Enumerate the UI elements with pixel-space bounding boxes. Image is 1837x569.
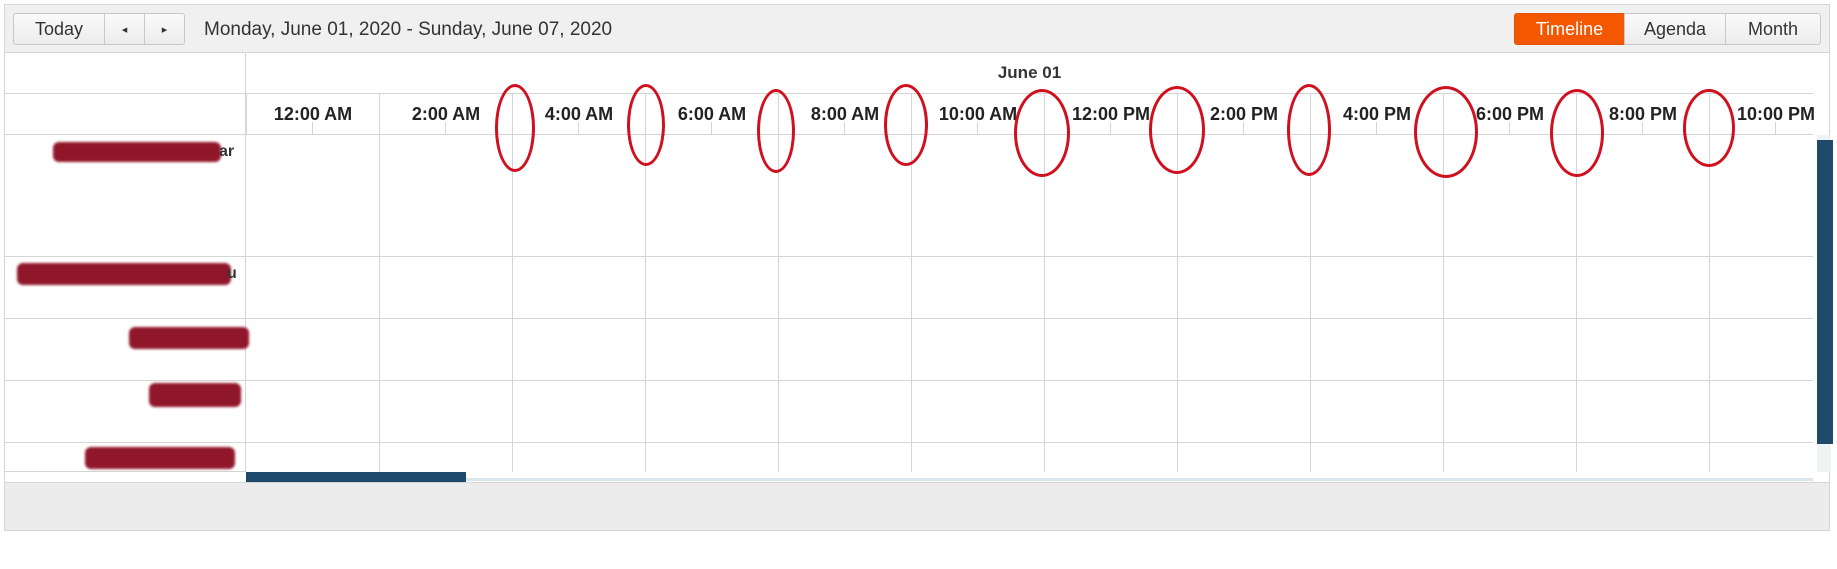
grid-line <box>911 135 912 472</box>
row-divider <box>246 380 1813 381</box>
grid-line <box>1310 135 1311 472</box>
grid-line <box>379 135 380 472</box>
minor-tick <box>844 122 845 134</box>
redacted-text <box>149 383 241 407</box>
date-range-label[interactable]: Monday, June 01, 2020 - Sunday, June 07,… <box>204 19 612 41</box>
view-month-button[interactable]: Month <box>1725 13 1821 45</box>
scheduler: Today ◂ ▸ Monday, June 01, 2020 - Sunday… <box>4 4 1833 531</box>
resource-row-label: u <box>5 257 246 319</box>
grid-line <box>645 135 646 472</box>
grid-line <box>1177 135 1178 472</box>
resource-row-label <box>5 443 246 472</box>
timeline-body[interactable] <box>246 135 1813 472</box>
annotation-ellipse <box>1683 89 1735 167</box>
caret-left-icon: ◂ <box>121 23 128 36</box>
date-header: June 01 <box>246 53 1813 94</box>
horizontal-scrollbar-track[interactable] <box>246 478 1813 481</box>
annotation-ellipse <box>1414 86 1478 178</box>
row-divider <box>246 256 1813 257</box>
redacted-text <box>53 142 221 162</box>
vertical-scrollbar-thumb[interactable] <box>1817 140 1833 444</box>
grid-line <box>1443 135 1444 472</box>
minor-tick <box>312 122 313 134</box>
minor-tick <box>977 122 978 134</box>
annotation-ellipse <box>627 84 665 166</box>
resource-name-fragment: u <box>227 265 237 282</box>
header-corner <box>5 53 246 94</box>
minor-tick <box>1243 122 1244 134</box>
scheduler-footer <box>5 482 1829 530</box>
annotation-ellipse <box>757 89 795 173</box>
annotation-ellipse <box>884 84 928 166</box>
minor-tick <box>1509 122 1510 134</box>
grid-line <box>778 135 779 472</box>
annotation-ellipse <box>1149 86 1205 174</box>
view-switcher: Timeline Agenda Month <box>1514 13 1821 45</box>
minor-tick <box>1376 122 1377 134</box>
grid-line <box>512 135 513 472</box>
redacted-text <box>85 447 235 469</box>
minor-tick <box>1110 122 1111 134</box>
resource-row-label <box>5 381 246 443</box>
caret-right-icon: ▸ <box>161 23 168 36</box>
minor-tick <box>578 122 579 134</box>
resource-name-fragment: ar <box>219 143 235 160</box>
minor-tick <box>1642 122 1643 134</box>
redacted-text <box>17 263 231 285</box>
next-button[interactable]: ▸ <box>144 13 185 45</box>
horizontal-scrollbar-thumb[interactable] <box>246 472 466 482</box>
annotation-ellipse <box>1287 84 1331 176</box>
minor-tick <box>445 122 446 134</box>
grid-line <box>1709 135 1710 472</box>
previous-button[interactable]: ◂ <box>104 13 145 45</box>
minor-tick <box>1775 122 1776 134</box>
scheduler-toolbar: Today ◂ ▸ Monday, June 01, 2020 - Sunday… <box>5 5 1829 53</box>
grid-line <box>1576 135 1577 472</box>
header-corner-lower <box>5 94 246 135</box>
annotation-ellipse <box>1014 89 1070 177</box>
grid-line <box>1044 135 1045 472</box>
row-divider <box>246 442 1813 443</box>
resource-row-label <box>5 319 249 381</box>
annotation-ellipse <box>1550 89 1604 177</box>
annotation-ellipse <box>495 84 535 172</box>
row-divider <box>246 318 1813 319</box>
redacted-text <box>129 327 249 349</box>
view-agenda-button[interactable]: Agenda <box>1624 13 1726 45</box>
view-timeline-button[interactable]: Timeline <box>1514 13 1625 45</box>
minor-tick <box>711 122 712 134</box>
resource-row-label: ar <box>5 135 246 257</box>
today-button[interactable]: Today <box>13 13 105 45</box>
